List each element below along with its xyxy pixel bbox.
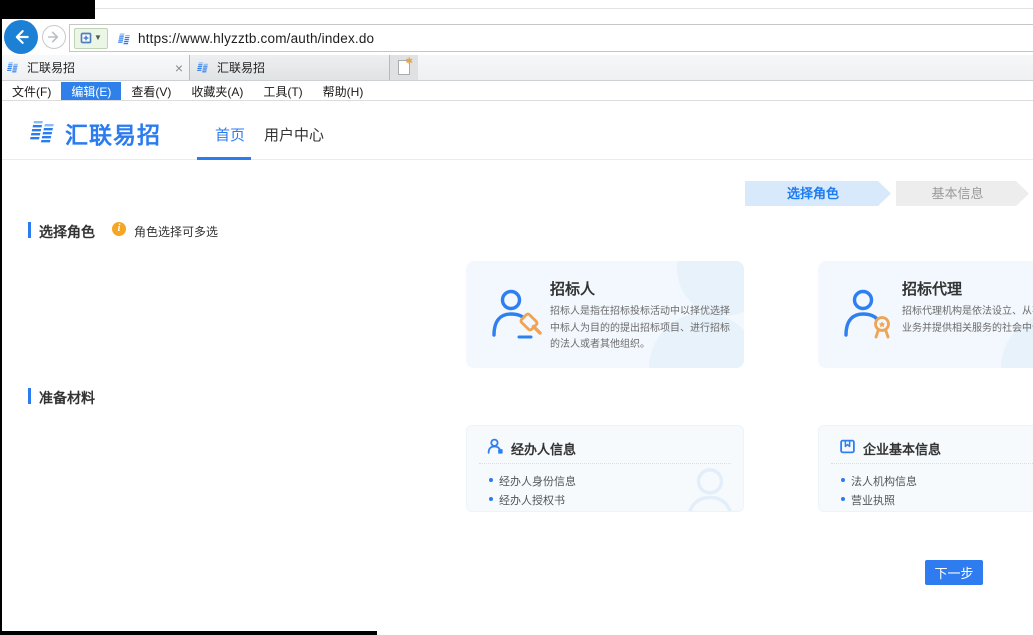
role-card-tenderer[interactable]: 招标人 招标人是指在招标投标活动中以择优选择 中标人为目的的提出招标项目、进行招… [466,261,744,368]
url-text[interactable]: https://www.hlyzztb.com/auth/index.do [138,31,374,46]
compatibility-view-button[interactable]: ▼ [74,28,108,49]
bullet-dot [489,497,493,501]
bullet-dot [489,478,493,482]
menu-help[interactable]: 帮助(H) [313,82,374,100]
bullet-dot [841,478,845,482]
material-item: 经办人授权书 [499,492,565,508]
screenshot-root: ▼ https://www.hlyzztb.com/auth/index.do … [0,0,1033,635]
forward-button[interactable] [42,25,66,49]
material-item: 经办人身份信息 [499,473,576,489]
license-icon [839,438,856,455]
back-button[interactable] [4,20,38,54]
tab-title: 汇联易招 [27,59,171,76]
new-tab-button[interactable]: ✱ [390,55,417,80]
section-title-choose-role: 选择角色 [39,222,95,242]
menu-tools[interactable]: 工具(T) [253,82,312,100]
address-bar[interactable]: ▼ https://www.hlyzztb.com/auth/index.do [69,24,1033,52]
section-accent-bar [28,388,31,404]
forward-arrow-icon [46,29,62,45]
window-top-edge [95,8,1033,9]
menu-view[interactable]: 查看(V) [121,82,181,100]
bottom-edge-bar [0,631,377,635]
brand-name: 汇联易招 [65,116,161,150]
tab-title: 汇联易招 [217,59,383,76]
section-title-materials: 准备材料 [39,388,95,408]
role-card-description: 招标人是指在招标投标活动中以择优选择 中标人为目的的提出招标项目、进行招标 的法… [550,304,736,354]
tab-strip: 汇联易招 × 汇联易招 ✱ [0,55,418,80]
person-icon [487,438,504,455]
role-card-title: 招标代理 [902,278,962,299]
person-watermark-icon [679,463,741,512]
section-hint: 角色选择可多选 [134,223,218,240]
next-step-button[interactable]: 下一步 [925,560,983,585]
section-accent-bar [28,222,31,238]
material-item: 营业执照 [851,492,895,508]
brand-logo-icon [28,116,58,146]
site-header: 汇联易招 首页 用户中心 [2,102,1033,160]
role-card-title: 招标人 [550,278,595,299]
browser-tab-background[interactable]: 汇联易招 [190,55,390,80]
info-icon: i [112,222,126,236]
title-bar [0,0,1033,19]
compatibility-icon [80,32,92,44]
window-corner [0,0,95,19]
material-card-title: 企业基本信息 [863,439,941,458]
role-card-agency[interactable]: 招标代理 招标代理机构是依法设立、从事 业务并提供相关服务的社会中介 [818,261,1033,368]
material-card-company-info: 企业基本信息 法人机构信息 营业执照 [818,425,1033,512]
browser-navigation-bar: ▼ https://www.hlyzztb.com/auth/index.do [0,19,1033,55]
chevron-down-icon: ▼ [94,34,102,42]
back-arrow-icon [11,27,31,47]
close-tab-icon[interactable]: × [175,61,183,75]
person-gavel-icon [490,287,544,341]
step-basic-info: 基本信息 [896,181,1029,206]
browser-menu-bar: 文件(F) 编辑(E) 查看(V) 收藏夹(A) 工具(T) 帮助(H) [2,82,1033,101]
dotted-divider [831,463,1033,464]
browser-tab-active[interactable]: 汇联易招 × [0,55,190,80]
site-favicon-icon [117,31,132,46]
left-edge-bar [0,0,2,635]
bullet-dot [841,497,845,501]
role-card-description: 招标代理机构是依法设立、从事 业务并提供相关服务的社会中介 [902,304,1033,337]
material-card-title: 经办人信息 [511,439,576,458]
menu-edit[interactable]: 编辑(E) [61,82,121,100]
material-item: 法人机构信息 [851,473,917,489]
material-card-agent-info: 经办人信息 经办人身份信息 经办人授权书 [466,425,744,512]
nav-item-user-center[interactable]: 用户中心 [264,124,324,145]
nav-item-home[interactable]: 首页 [215,124,245,145]
step-choose-role: 选择角色 [745,181,891,206]
tab-favicon-icon [196,60,211,75]
nav-active-underline [197,157,251,160]
new-tab-star-icon: ✱ [405,57,413,66]
browser-tab-row: 汇联易招 × 汇联易招 ✱ [0,55,1033,81]
menu-favorites[interactable]: 收藏夹(A) [181,82,253,100]
tab-favicon-icon [6,60,21,75]
menu-file[interactable]: 文件(F) [2,82,61,100]
person-medal-icon [842,287,896,341]
